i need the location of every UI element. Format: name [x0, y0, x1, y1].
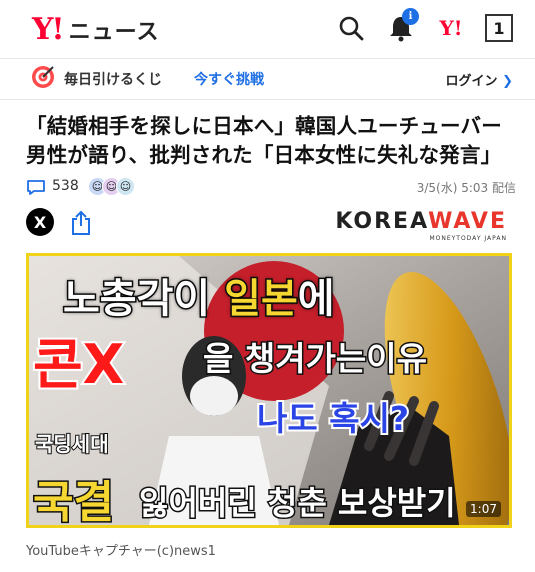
- thumb-text-line1-c: 에: [296, 275, 336, 324]
- app-header: Y! ニュース i Y! 1: [0, 0, 535, 58]
- source-logo[interactable]: KOREAWAVE MONEYTODAY JAPAN: [335, 209, 507, 243]
- video-duration: 1:07: [466, 501, 501, 517]
- source-logo-sub: MONEYTODAY JAPAN: [429, 235, 507, 242]
- header-actions: i Y! 1: [335, 8, 513, 44]
- share-icon[interactable]: [70, 210, 92, 236]
- yahoo-news-logo[interactable]: Y! ニュース: [32, 12, 160, 47]
- thumb-text-line1-a: 노총각이: [61, 275, 225, 324]
- x-logo-icon: X: [33, 212, 47, 232]
- chevron-right-icon: ❯: [502, 74, 513, 89]
- article-title: 「結婚相手を探しに日本へ」韓国人ユーチューバー 男性が語り、批判された「日本女性…: [26, 112, 516, 170]
- login-link[interactable]: ログイン ❯: [446, 70, 513, 89]
- yahoo-account-icon[interactable]: Y!: [435, 12, 467, 44]
- thumb-text-line4: 나도 혹시?: [255, 397, 411, 440]
- article-title-line2: 男性が語り、批判された「日本女性に失礼な発言」: [26, 143, 502, 167]
- thumb-text-line5: 국딩세대: [34, 431, 110, 457]
- bell-icon[interactable]: i: [385, 8, 419, 44]
- thumb-text-line1-highlight: 일본: [223, 275, 300, 324]
- source-logo-wave: WAVE: [428, 209, 507, 234]
- video-thumbnail[interactable]: 노총각이 일본에 콘X 을 챙겨가는이유 나도 혹시? 국딩세대 국결 잃어버린…: [26, 253, 512, 528]
- yahoo-account-logo: Y!: [439, 16, 463, 40]
- lottery-label: 毎日引けるくじ: [64, 72, 162, 88]
- lottery-cta-link[interactable]: 今すぐ挑戦: [194, 69, 264, 89]
- reaction-clear-icon: ☺: [116, 177, 135, 196]
- thumb-text-line6: 국결: [32, 476, 116, 528]
- comment-count[interactable]: 538: [52, 178, 79, 194]
- reaction-icons[interactable]: ☺ ☺ ☺: [88, 177, 135, 196]
- source-logo-korea: KOREA: [335, 209, 429, 234]
- notification-badge: i: [402, 8, 419, 25]
- target-icon: [32, 66, 54, 88]
- publish-date: 3/5(水) 5:03 配信: [416, 181, 516, 195]
- thumb-text-line3: 을 챙겨가는이유: [201, 338, 428, 380]
- logo-text: ニュース: [68, 20, 160, 45]
- thumb-text-line2: 콘X: [31, 331, 126, 398]
- tabs-icon[interactable]: 1: [485, 14, 513, 42]
- thumb-text-line7: 잃어버린 청춘 보상받기: [138, 483, 458, 524]
- article-meta: 538 ☺ ☺ ☺ 3/5(水) 5:03 配信: [26, 176, 516, 198]
- share-x-button[interactable]: X: [26, 208, 54, 236]
- article-title-line1: 「結婚相手を探しに日本へ」韓国人ユーチューバー: [26, 114, 502, 138]
- banner-divider: [0, 99, 535, 100]
- thumb-text-line1: 노총각이 일본에: [61, 266, 336, 324]
- lottery-banner[interactable]: 毎日引けるくじ 今すぐ挑戦 ログイン ❯: [0, 58, 535, 98]
- comment-icon[interactable]: [26, 179, 46, 196]
- search-icon[interactable]: [335, 12, 367, 44]
- image-caption: YouTubeキャプチャー(c)news1: [26, 544, 216, 559]
- yahoo-logo-mark: Y!: [32, 12, 65, 47]
- login-label: ログイン: [445, 74, 498, 89]
